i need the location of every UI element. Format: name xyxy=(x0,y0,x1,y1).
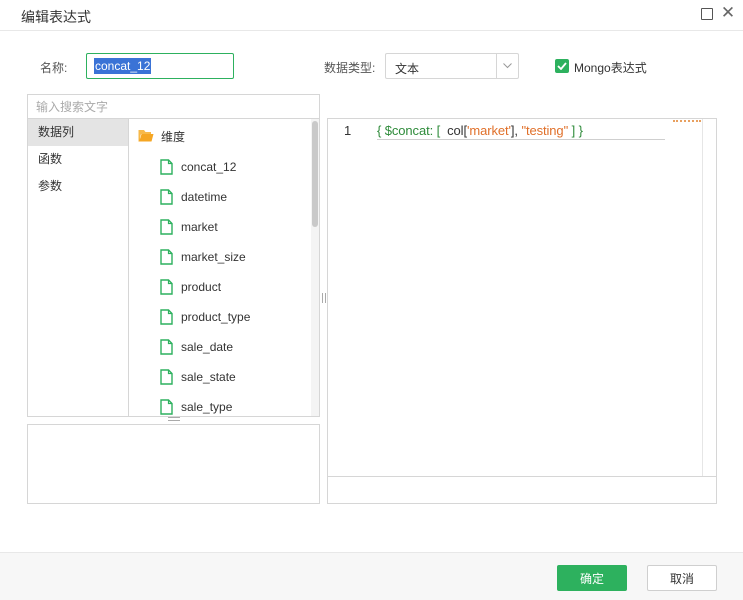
file-icon xyxy=(160,369,173,391)
tree-field-label: concat_12 xyxy=(181,160,237,174)
dialog-footer xyxy=(0,552,743,600)
close-x-icon[interactable]: ✕ xyxy=(720,3,736,23)
chevron-down-icon[interactable] xyxy=(496,54,518,78)
field-browser: 数据列 函数 参数 维度 concat_12 datetime market m… xyxy=(27,118,320,417)
file-icon xyxy=(160,189,173,211)
file-icon xyxy=(160,279,173,301)
description-panel xyxy=(27,424,320,504)
tree-field-label: datetime xyxy=(181,190,228,204)
tree-folder-label: 维度 xyxy=(161,130,186,144)
tree-scrollbar-thumb[interactable] xyxy=(312,121,318,227)
file-icon xyxy=(160,309,173,331)
file-icon xyxy=(160,249,173,271)
name-label: 名称: xyxy=(40,61,68,75)
editor-footer-divider xyxy=(328,476,716,477)
category-item-functions[interactable]: 函数 xyxy=(28,146,128,173)
dialog-titlebar: 编辑表达式 ✕ xyxy=(0,0,743,31)
editor-ruler xyxy=(702,119,703,476)
data-type-select[interactable]: 文本 xyxy=(385,53,519,79)
category-list: 数据列 函数 参数 xyxy=(28,119,129,416)
editor-overview-marker xyxy=(673,120,701,122)
tree-field-label: market_size xyxy=(181,250,246,264)
vertical-splitter-grip[interactable] xyxy=(322,293,326,303)
data-type-value: 文本 xyxy=(395,62,420,76)
data-type-label: 数据类型: xyxy=(324,61,376,75)
category-item-params[interactable]: 参数 xyxy=(28,173,128,200)
maximize-square-icon[interactable] xyxy=(701,8,713,20)
file-icon xyxy=(160,399,173,416)
field-tree: 维度 concat_12 datetime market market_size… xyxy=(129,119,311,416)
expression-editor[interactable]: 1 { $concat: [ col['market'], "testing" … xyxy=(327,118,717,504)
code-token-col: col[ xyxy=(447,123,467,138)
search-input[interactable] xyxy=(27,94,320,118)
mongo-checkbox[interactable] xyxy=(555,59,569,73)
file-icon xyxy=(160,219,173,241)
tree-field-label: product_type xyxy=(181,310,251,324)
horizontal-splitter-grip[interactable] xyxy=(168,417,180,421)
file-icon xyxy=(160,339,173,361)
name-input-selected-text: concat_12 xyxy=(94,58,152,74)
mongo-label[interactable]: Mongo表达式 xyxy=(574,59,647,76)
code-token-string-testing: "testing" xyxy=(517,123,569,138)
tree-field-label: product xyxy=(181,280,222,294)
code-token-end: ] } xyxy=(568,123,583,138)
dialog-title: 编辑表达式 xyxy=(21,9,91,25)
code-token-open: { $concat: [ xyxy=(377,123,448,138)
code-line[interactable]: { $concat: [ col['market'], "testing" ] … xyxy=(377,123,583,138)
code-token-string-market: 'market' xyxy=(467,123,511,138)
tree-field-label: sale_state xyxy=(181,370,236,384)
line-number: 1 xyxy=(344,123,352,138)
cancel-button[interactable]: 取消 xyxy=(647,565,717,591)
tree-field-label: sale_type xyxy=(181,400,233,414)
code-token-close-bracket: ], xyxy=(510,123,518,138)
tree-field-label: market xyxy=(181,220,218,234)
tree-scrollbar[interactable] xyxy=(311,119,319,416)
code-line-underline xyxy=(377,139,665,140)
tree-field-label: sale_date xyxy=(181,340,234,354)
ok-button[interactable]: 确定 xyxy=(557,565,627,591)
category-item-columns[interactable]: 数据列 xyxy=(28,119,128,146)
folder-icon xyxy=(138,129,154,149)
file-icon xyxy=(160,159,173,181)
